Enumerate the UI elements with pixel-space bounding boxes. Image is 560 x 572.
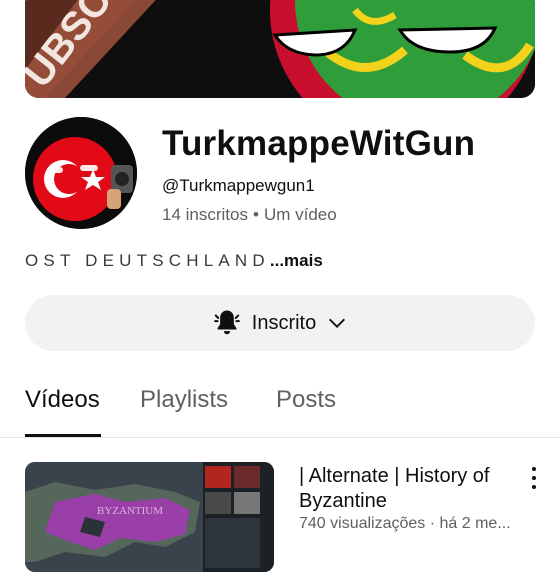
description-text: OST DEUTSCHLAND [25, 251, 270, 270]
channel-banner: UBSC [25, 0, 535, 98]
turkey-ball-avatar-icon [25, 117, 137, 229]
tab-videos[interactable]: Vídeos [25, 386, 100, 414]
subscribed-button[interactable]: Inscrito [25, 295, 535, 351]
subscribed-label: Inscrito [251, 311, 317, 334]
more-link[interactable]: ...mais [270, 251, 323, 270]
subscriber-count: 14 inscritos [162, 205, 248, 224]
stats-separator: • [252, 205, 259, 224]
channel-handle: @Turkmappewgun1 [162, 176, 315, 195]
video-thumbnail[interactable]: BYZANTIUM [25, 462, 274, 572]
banner-art: UBSC [25, 0, 535, 98]
bell-icon [213, 310, 240, 335]
channel-tabs: Vídeos Playlists Posts [0, 378, 560, 438]
channel-name: TurkmappeWitGun [162, 124, 476, 163]
video-count: Um vídeo [263, 205, 337, 224]
more-options-icon[interactable] [524, 464, 544, 492]
channel-avatar[interactable] [25, 117, 137, 229]
tabs-divider [0, 437, 560, 438]
tab-posts[interactable]: Posts [276, 386, 336, 414]
video-title[interactable]: | Alternate | History of Byzantine [299, 464, 514, 514]
map-thumbnail-image: BYZANTIUM [25, 462, 274, 572]
tab-playlists[interactable]: Playlists [140, 386, 228, 414]
video-meta: 740 visualizações · há 2 me... [299, 515, 511, 532]
thumbnail-map-text: BYZANTIUM [97, 505, 163, 517]
channel-description[interactable]: OST DEUTSCHLAND...mais [25, 251, 323, 271]
channel-stats: 14 inscritos • Um vídeo [162, 205, 337, 225]
chevron-down-icon [329, 318, 346, 328]
